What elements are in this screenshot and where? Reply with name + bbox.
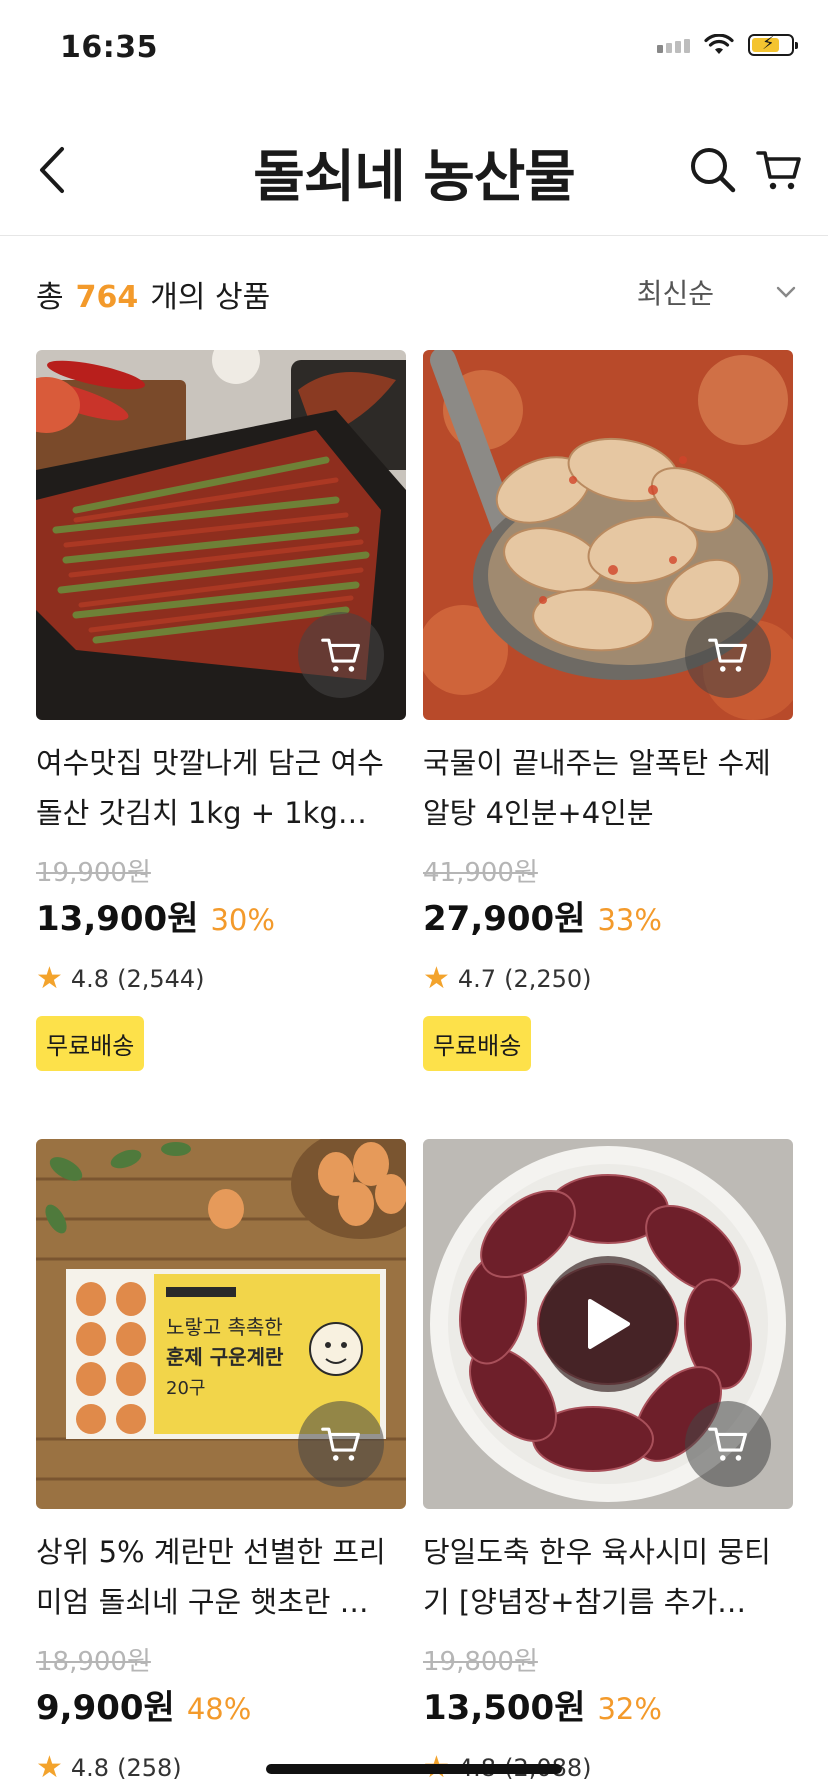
product-image[interactable] — [36, 350, 406, 720]
discount-rate: 30% — [210, 903, 275, 937]
product-image[interactable]: 노랗고 촉촉한 훈제 구운계란 20구 — [36, 1139, 406, 1509]
add-to-cart-button[interactable] — [685, 1401, 771, 1487]
search-icon — [691, 148, 736, 193]
product-card[interactable]: 당일도축 한우 육사시미 뭉티기 [양념장+참기름 추가… 19,800원 13… — [423, 1139, 793, 1783]
cart-icon — [321, 638, 360, 672]
original-price: 19,800원 — [423, 1647, 538, 1677]
free-shipping-badge: 무료배송 — [423, 1016, 532, 1071]
add-to-cart-button[interactable] — [685, 612, 771, 698]
back-button[interactable] — [30, 140, 74, 200]
total-count-text: 총 764 개의 상품 — [36, 272, 270, 316]
status-time: 16:35 — [60, 30, 158, 65]
original-price: 41,900원 — [423, 858, 538, 888]
product-card[interactable]: 국물이 끝내주는 알폭탄 수제알탕 4인분+4인분 41,900원 27,900… — [423, 350, 793, 1071]
chevron-left-icon — [40, 147, 64, 193]
star-icon: ★ — [36, 961, 63, 996]
product-card[interactable]: 노랗고 촉촉한 훈제 구운계란 20구 상위 5% 계란만 선별한 프리미엄 돌… — [36, 1139, 406, 1783]
cart-button[interactable] — [752, 140, 806, 200]
product-card[interactable]: 여수맛집 맛깔나게 담근 여수 돌산 갓김치 1kg + 1kg… 19,900… — [36, 350, 406, 1071]
add-to-cart-button[interactable] — [298, 1401, 384, 1487]
status-icons: ⚡ — [657, 33, 798, 56]
rating-value: 4.7 — [457, 965, 497, 993]
product-title[interactable]: 상위 5% 계란만 선별한 프리미엄 돌쇠네 구운 햇초란 … — [36, 1527, 406, 1627]
product-title[interactable]: 국물이 끝내주는 알폭탄 수제알탕 4인분+4인분 — [423, 738, 793, 838]
add-to-cart-button[interactable] — [298, 612, 384, 698]
search-button[interactable] — [686, 140, 740, 200]
total-suffix: 개의 상품 — [150, 280, 271, 315]
home-indicator[interactable] — [266, 1764, 562, 1774]
original-price: 19,900원 — [36, 858, 151, 888]
sale-price: 13,900원 — [36, 899, 199, 939]
discount-rate: 33% — [597, 903, 662, 937]
rating-value: 4.8 — [70, 965, 110, 993]
total-prefix: 총 — [36, 280, 64, 315]
product-summary-row: 총 764 개의 상품 최신순 — [36, 272, 796, 315]
cart-icon — [708, 1427, 747, 1461]
total-count: 764 — [75, 280, 139, 315]
egg-box-line3: 20구 — [166, 1378, 205, 1399]
chevron-down-icon — [776, 286, 796, 298]
nav-bar: 돌쇠네 농산물 — [0, 110, 828, 236]
rating-value: 4.8 — [70, 1754, 110, 1782]
star-icon: ★ — [36, 1750, 63, 1785]
free-shipping-badge: 무료배송 — [36, 1016, 145, 1071]
cart-icon — [321, 1427, 360, 1461]
egg-box-line1: 노랗고 촉촉한 — [166, 1315, 283, 1339]
price-row: 13,500원 32% — [423, 1680, 793, 1729]
egg-box-line2: 훈제 구운계란 — [166, 1345, 284, 1369]
cart-icon — [708, 638, 747, 672]
cellular-signal-icon — [657, 37, 690, 53]
play-video-button[interactable] — [540, 1256, 676, 1392]
rating-row: ★ 4.7 (2,250) — [423, 964, 793, 994]
star-icon: ★ — [423, 961, 450, 996]
product-title[interactable]: 당일도축 한우 육사시미 뭉티기 [양념장+참기름 추가… — [423, 1527, 793, 1627]
sale-price: 27,900원 — [423, 899, 586, 939]
review-count: (2,544) — [117, 965, 205, 993]
review-count: (2,250) — [504, 965, 592, 993]
sale-price: 9,900원 — [36, 1688, 175, 1728]
play-icon — [588, 1299, 630, 1349]
product-image[interactable] — [423, 1139, 793, 1509]
sort-dropdown[interactable]: 최신순 — [637, 272, 796, 312]
discount-rate: 32% — [597, 1692, 662, 1726]
sale-price: 13,500원 — [423, 1688, 586, 1728]
status-bar: 16:35 ⚡ — [0, 0, 828, 100]
sort-label: 최신순 — [636, 277, 714, 310]
product-image[interactable] — [423, 350, 793, 720]
price-row: 9,900원 48% — [36, 1680, 406, 1729]
cart-icon — [756, 151, 801, 190]
product-title[interactable]: 여수맛집 맛깔나게 담근 여수 돌산 갓김치 1kg + 1kg… — [36, 738, 406, 838]
review-count: (258) — [117, 1754, 182, 1782]
price-row: 13,900원 30% — [36, 891, 406, 940]
battery-icon: ⚡ — [748, 33, 798, 56]
original-price: 18,900원 — [36, 1647, 151, 1677]
price-row: 27,900원 33% — [423, 891, 793, 940]
discount-rate: 48% — [186, 1692, 252, 1726]
wifi-icon — [704, 34, 734, 54]
rating-row: ★ 4.8 (2,544) — [36, 964, 406, 994]
